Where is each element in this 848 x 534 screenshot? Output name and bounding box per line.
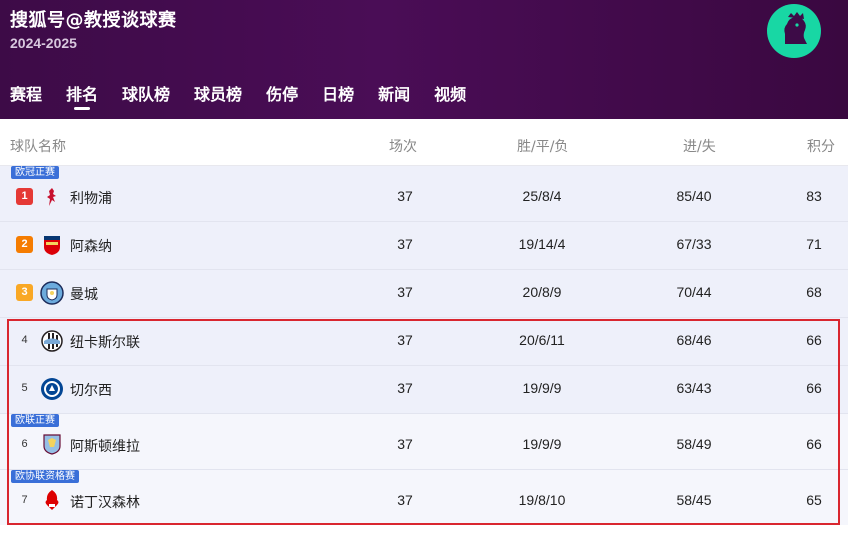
wdl-value: 20/8/9 [522, 284, 562, 300]
played-value: 37 [397, 188, 413, 204]
season-label: 2024-2025 [10, 35, 77, 51]
wdl-value: 19/9/9 [522, 436, 562, 452]
wdl-value: 19/8/10 [518, 492, 566, 508]
rank-badge: 4 [21, 334, 28, 346]
zone-tag-uecl-qualifier: 欧协联资格赛 [11, 470, 79, 483]
table-row[interactable]: 2 阿森纳 37 19/14/4 67/33 71 [0, 222, 848, 270]
aston-villa-crest-icon [43, 434, 61, 455]
tab-schedule[interactable]: 赛程 [10, 82, 42, 112]
team-name[interactable]: 纽卡斯尔联 [70, 332, 140, 352]
goals-value: 68/46 [676, 332, 712, 348]
wdl-value: 20/6/11 [519, 332, 565, 348]
goals-value: 58/45 [676, 492, 712, 508]
rank-badge: 6 [21, 438, 28, 450]
team-name[interactable]: 利物浦 [70, 188, 112, 208]
goals-value: 58/49 [676, 436, 712, 452]
points-value: 65 [806, 492, 822, 508]
table-row[interactable]: 5 切尔西 37 19/9/9 63/43 66 [0, 366, 848, 414]
points-value: 83 [806, 188, 822, 204]
arsenal-crest-icon [44, 236, 60, 255]
section-tabs: 赛程 排名 球队榜 球员榜 伤停 日榜 新闻 视频 [0, 82, 480, 119]
header-played: 场次 [389, 139, 417, 155]
header-goals: 进/失 [683, 139, 716, 155]
wdl-value: 25/8/4 [522, 188, 562, 204]
goals-value: 85/40 [676, 188, 712, 204]
nottingham-forest-crest-icon [45, 490, 59, 510]
team-name[interactable]: 阿斯顿维拉 [70, 436, 140, 456]
man-city-crest-icon [40, 281, 64, 305]
table-row[interactable]: 3 曼城 37 20/8/9 70/44 68 [0, 270, 848, 318]
tab-injuries[interactable]: 伤停 [266, 82, 298, 112]
table-row[interactable]: 欧冠正赛 1 利物浦 37 25/8/4 85/40 83 [0, 166, 848, 222]
rank-badge: 5 [21, 382, 28, 394]
points-value: 66 [806, 332, 822, 348]
points-value: 71 [806, 236, 822, 252]
header-wdl: 胜/平/负 [517, 139, 569, 155]
points-value: 66 [806, 436, 822, 452]
zone-tag-uel: 欧联正赛 [11, 414, 59, 427]
league-title: 搜狐号@教授谈球赛 [10, 10, 177, 31]
team-name[interactable]: 诺丁汉森林 [70, 492, 140, 512]
tab-daily[interactable]: 日榜 [322, 82, 354, 112]
tab-team-stats[interactable]: 球队榜 [122, 82, 170, 112]
tab-video[interactable]: 视频 [434, 82, 466, 112]
played-value: 37 [397, 492, 413, 508]
goals-value: 63/43 [676, 380, 712, 396]
played-value: 37 [397, 236, 413, 252]
tab-player-stats[interactable]: 球员榜 [194, 82, 242, 112]
played-value: 37 [397, 332, 413, 348]
rank-badge: 1 [16, 188, 33, 205]
team-name[interactable]: 阿森纳 [70, 236, 112, 256]
zone-tag-ucl: 欧冠正赛 [11, 166, 59, 179]
points-value: 68 [806, 284, 822, 300]
played-value: 37 [397, 284, 413, 300]
team-name[interactable]: 曼城 [70, 284, 98, 304]
header-team: 球队名称 [10, 139, 66, 155]
rank-badge: 3 [16, 284, 33, 301]
rank-badge: 7 [21, 494, 28, 506]
rank-badge: 2 [16, 236, 33, 253]
played-value: 37 [397, 380, 413, 396]
table-row[interactable]: 4 纽卡斯尔联 37 20/6/11 68/46 66 [0, 318, 848, 366]
wdl-value: 19/9/9 [522, 380, 562, 396]
wdl-value: 19/14/4 [518, 236, 566, 252]
team-name[interactable]: 切尔西 [70, 380, 112, 400]
header-points: 积分 [807, 139, 835, 155]
premier-league-lion-icon [767, 4, 821, 58]
table-row[interactable]: 欧协联资格赛 7 诺丁汉森林 37 19/8/10 58/45 65 [0, 470, 848, 525]
played-value: 37 [397, 436, 413, 452]
points-value: 66 [806, 380, 822, 396]
chelsea-crest-icon [41, 378, 63, 400]
goals-value: 70/44 [676, 284, 712, 300]
tab-standings[interactable]: 排名 [66, 82, 98, 112]
liverpool-crest-icon [47, 188, 56, 206]
table-row[interactable]: 欧联正赛 6 阿斯顿维拉 37 19/9/9 58/49 66 [0, 414, 848, 470]
league-header: 搜狐号@教授谈球赛 2024-2025 赛程 排名 球队榜 球员榜 伤停 日榜 … [0, 0, 848, 119]
standings-table-header: 球队名称 场次 胜/平/负 进/失 积分 [0, 119, 848, 166]
goals-value: 67/33 [676, 236, 712, 252]
tab-news[interactable]: 新闻 [378, 82, 410, 112]
newcastle-crest-icon [41, 330, 63, 352]
